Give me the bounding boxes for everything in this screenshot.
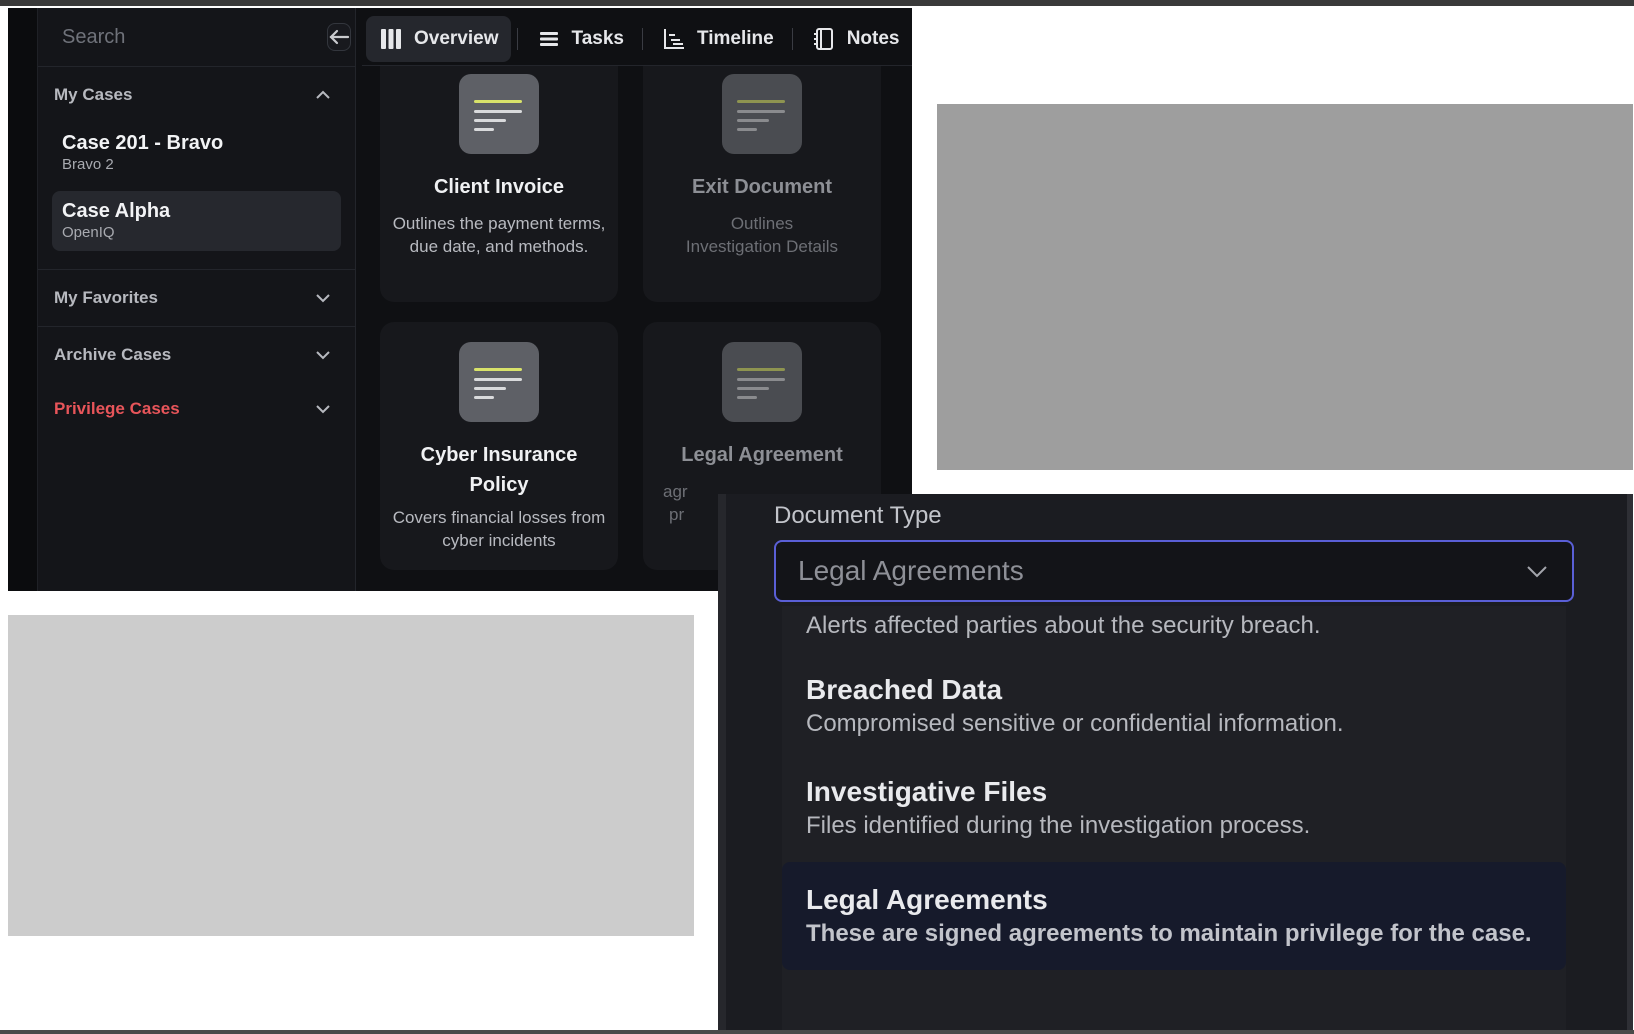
tab-overview[interactable]: Overview [366, 15, 511, 62]
case-title: Case Alpha [62, 200, 171, 222]
section-archive-cases[interactable]: Archive Cases [38, 327, 355, 383]
section-label: My Cases [54, 85, 133, 104]
option-investigative-files[interactable]: Investigative Files Files identified dur… [782, 764, 1566, 862]
timeline-icon [663, 28, 684, 49]
chevron-down-icon [1527, 566, 1547, 578]
card-title: Client Invoice [433, 176, 565, 198]
option-description: Files identified during the investigatio… [806, 812, 1311, 839]
image-placeholder [8, 615, 694, 936]
document-type-select[interactable]: Legal Agreements [774, 540, 1574, 602]
section-my-favorites[interactable]: My Favorites [38, 270, 355, 326]
tab-notes[interactable]: Notes [799, 16, 912, 62]
card-description: Outlines Investigation Details [685, 214, 839, 256]
card-title: Cyber Insurance Policy [420, 444, 578, 496]
search-input[interactable] [62, 25, 327, 49]
option-title: Breached Data [806, 674, 1003, 705]
chevron-down-icon [316, 351, 330, 360]
option-title: Legal Agreements [806, 884, 1048, 915]
chevron-down-icon [316, 294, 330, 303]
columns-icon [381, 28, 401, 49]
tab-separator [516, 27, 518, 50]
card-description: Outlines the payment terms, due date, an… [392, 214, 606, 256]
tab-timeline[interactable]: Timeline [649, 16, 786, 62]
arrow-left-icon [329, 29, 350, 45]
selected-value: Legal Agreements [798, 555, 1024, 586]
option-breach-notification[interactable]: Alerts affected parties about the securi… [782, 606, 1566, 662]
cases-sidebar: My Cases Case 201 - Bravo Bravo 2 Case A… [38, 8, 356, 591]
option-description: Alerts affected parties about the securi… [806, 612, 1321, 639]
image-placeholder [937, 104, 1633, 470]
option-description: Compromised sensitive or confidential in… [806, 710, 1344, 737]
tab-label: Notes [846, 27, 900, 49]
section-label: Archive Cases [54, 345, 172, 364]
section-privilege-cases[interactable]: Privilege Cases [38, 381, 355, 437]
window-bottom-border [0, 1030, 1634, 1034]
document-type-label: Document Type [774, 502, 942, 529]
card-title: Legal Agreement [681, 444, 843, 466]
app-rail [8, 8, 38, 591]
document-card-exit-document[interactable]: Exit Document Outlines Investigation Det… [643, 66, 881, 302]
chevron-down-icon [316, 405, 330, 414]
collapse-sidebar-button[interactable] [327, 23, 351, 51]
option-legal-agreements[interactable]: Legal Agreements These are signed agreem… [782, 862, 1566, 970]
case-title: Case 201 - Bravo [62, 132, 224, 154]
section-label: My Favorites [54, 288, 158, 307]
scrollbar[interactable] [1627, 494, 1633, 1030]
list-icon [539, 31, 558, 46]
window-top-border [0, 0, 1634, 6]
section-label: Privilege Cases [54, 399, 180, 418]
case-item-bravo[interactable]: Case 201 - Bravo Bravo 2 [52, 123, 341, 183]
document-icon [722, 74, 802, 154]
document-card-cyber-insurance[interactable]: Cyber Insurance Policy Covers financial … [380, 322, 618, 570]
section-my-cases[interactable]: My Cases [38, 67, 355, 123]
card-description: Covers financial losses from cyber incid… [392, 508, 606, 550]
tab-separator [641, 27, 643, 50]
option-title: Investigative Files [806, 776, 1048, 807]
tab-label: Timeline [696, 27, 774, 49]
option-breached-data[interactable]: Breached Data Compromised sensitive or c… [782, 662, 1566, 764]
tab-label: Tasks [571, 27, 624, 49]
document-icon [722, 342, 802, 422]
search-bar [38, 8, 355, 67]
case-tabs: Overview Tasks Timeline Notes [362, 12, 912, 66]
chevron-up-icon [316, 90, 330, 99]
tab-tasks[interactable]: Tasks [524, 16, 636, 62]
panel-edge [718, 494, 726, 1030]
document-icon [459, 342, 539, 422]
document-type-panel: Document Type Legal Agreements Alerts af… [718, 494, 1633, 1030]
tab-separator [791, 27, 793, 50]
document-card-client-invoice[interactable]: Client Invoice Outlines the payment term… [380, 66, 618, 302]
card-title: Exit Document [691, 176, 833, 198]
case-subtitle: OpenIQ [62, 224, 115, 241]
case-subtitle: Bravo 2 [62, 156, 114, 173]
document-icon [459, 74, 539, 154]
document-type-options: Alerts affected parties about the securi… [782, 606, 1566, 1030]
tab-label: Overview [414, 27, 499, 49]
option-description: These are signed agreements to maintain … [806, 920, 1532, 947]
notebook-icon [813, 27, 833, 50]
case-item-alpha[interactable]: Case Alpha OpenIQ [52, 191, 341, 251]
